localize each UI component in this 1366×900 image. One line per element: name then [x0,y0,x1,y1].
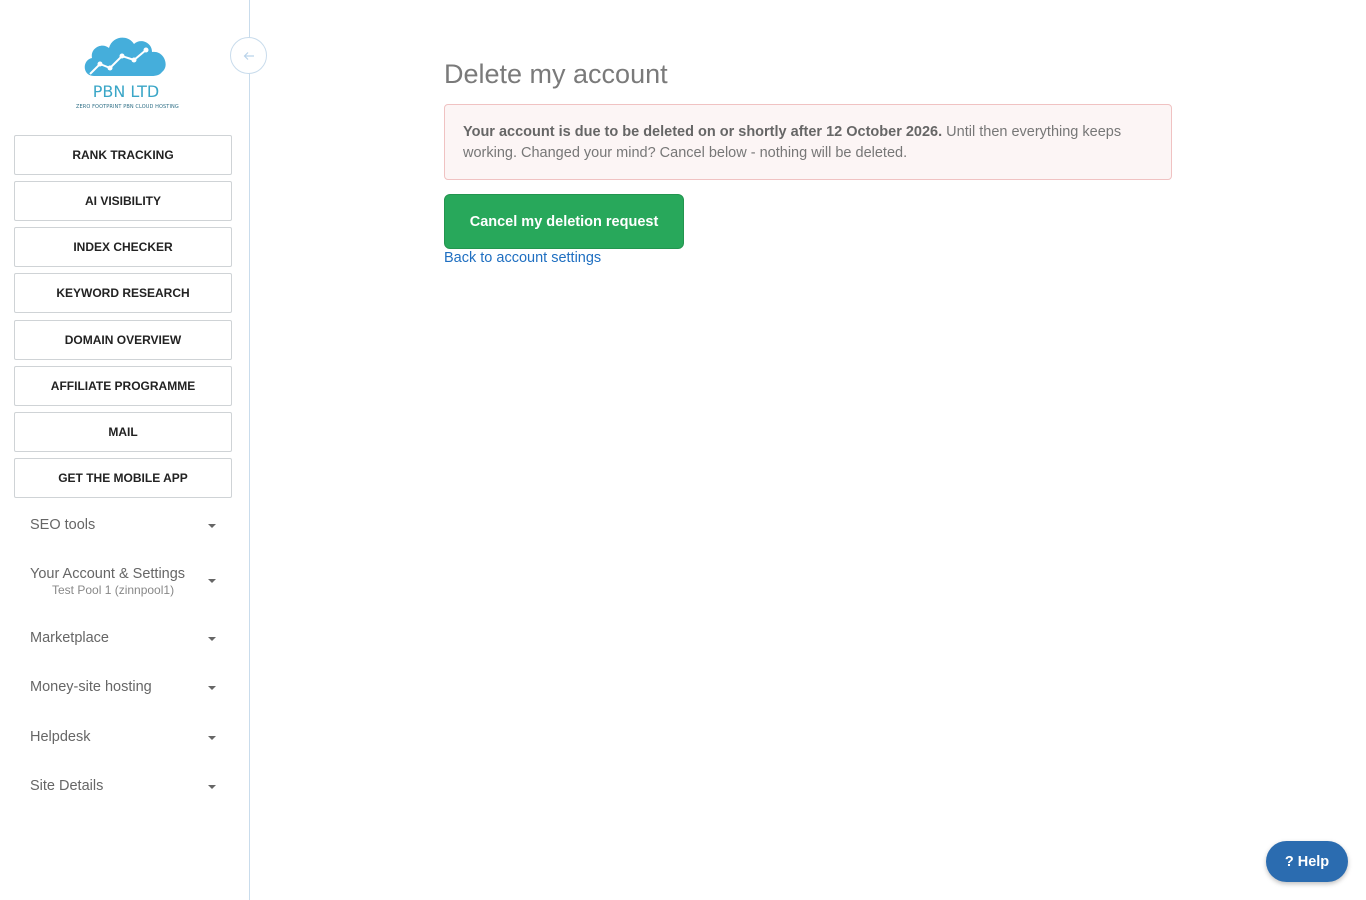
menu-label: Money-site hosting [30,679,152,695]
nav-button-mail[interactable]: MAIL [14,412,232,452]
page-title: Delete my account [444,59,668,89]
menu-label: Your Account & Settings [30,566,186,582]
caret-down-icon [208,736,216,740]
menu-money-site-hosting[interactable]: Money-site hosting [30,679,220,695]
caret-down-icon [208,637,216,641]
nav-button-domain-overview[interactable]: DOMAIN OVERVIEW [14,320,232,360]
menu-account-settings[interactable]: Your Account & Settings Test Pool 1 (zin… [30,566,220,597]
menu-site-details[interactable]: Site Details [30,778,220,794]
menu-label: Helpdesk [30,729,91,745]
brand-tagline: ZERO FOOTPRINT PBN CLOUD HOSTING [76,104,179,110]
caret-down-icon [208,785,216,789]
nav-button-mobile-app[interactable]: GET THE MOBILE APP [14,458,232,498]
sidebar: PBN LTD ZERO FOOTPRINT PBN CLOUD HOSTING… [0,0,250,900]
nav-button-ai-visibility[interactable]: AI VISIBILITY [14,181,232,221]
menu-label: Site Details [30,778,104,794]
menu-marketplace[interactable]: Marketplace [30,630,220,646]
caret-down-icon [208,686,216,690]
nav-button-rank-tracking[interactable]: RANK TRACKING [14,135,232,175]
cancel-deletion-button[interactable]: Cancel my deletion request [444,194,684,249]
cloud-chart-icon [84,37,166,76]
alert-bold-text: Your account is due to be deleted on or … [463,124,943,140]
sidebar-collapse-button[interactable] [230,37,267,74]
caret-down-icon [208,524,216,528]
brand-logo[interactable]: PBN LTD ZERO FOOTPRINT PBN CLOUD HOSTING [76,30,179,114]
menu-label: Marketplace [30,630,109,646]
account-name: Test Pool 1 (zinnpool1) [52,583,175,597]
deletion-alert: Your account is due to be deleted on or … [444,104,1172,180]
nav-button-index-checker[interactable]: INDEX CHECKER [14,227,232,267]
nav-button-keyword-research[interactable]: KEYWORD RESEARCH [14,273,232,313]
back-to-settings-link[interactable]: Back to account settings [444,250,601,266]
brand-name: PBN LTD [92,82,160,101]
menu-seo-tools[interactable]: SEO tools [30,517,220,533]
help-button[interactable]: ? Help [1266,841,1348,882]
nav-button-affiliate-programme[interactable]: AFFILIATE PROGRAMME [14,366,232,406]
caret-down-icon [208,579,216,583]
menu-helpdesk[interactable]: Helpdesk [30,729,220,745]
menu-label: SEO tools [30,517,96,533]
arrow-left-icon [243,51,254,60]
